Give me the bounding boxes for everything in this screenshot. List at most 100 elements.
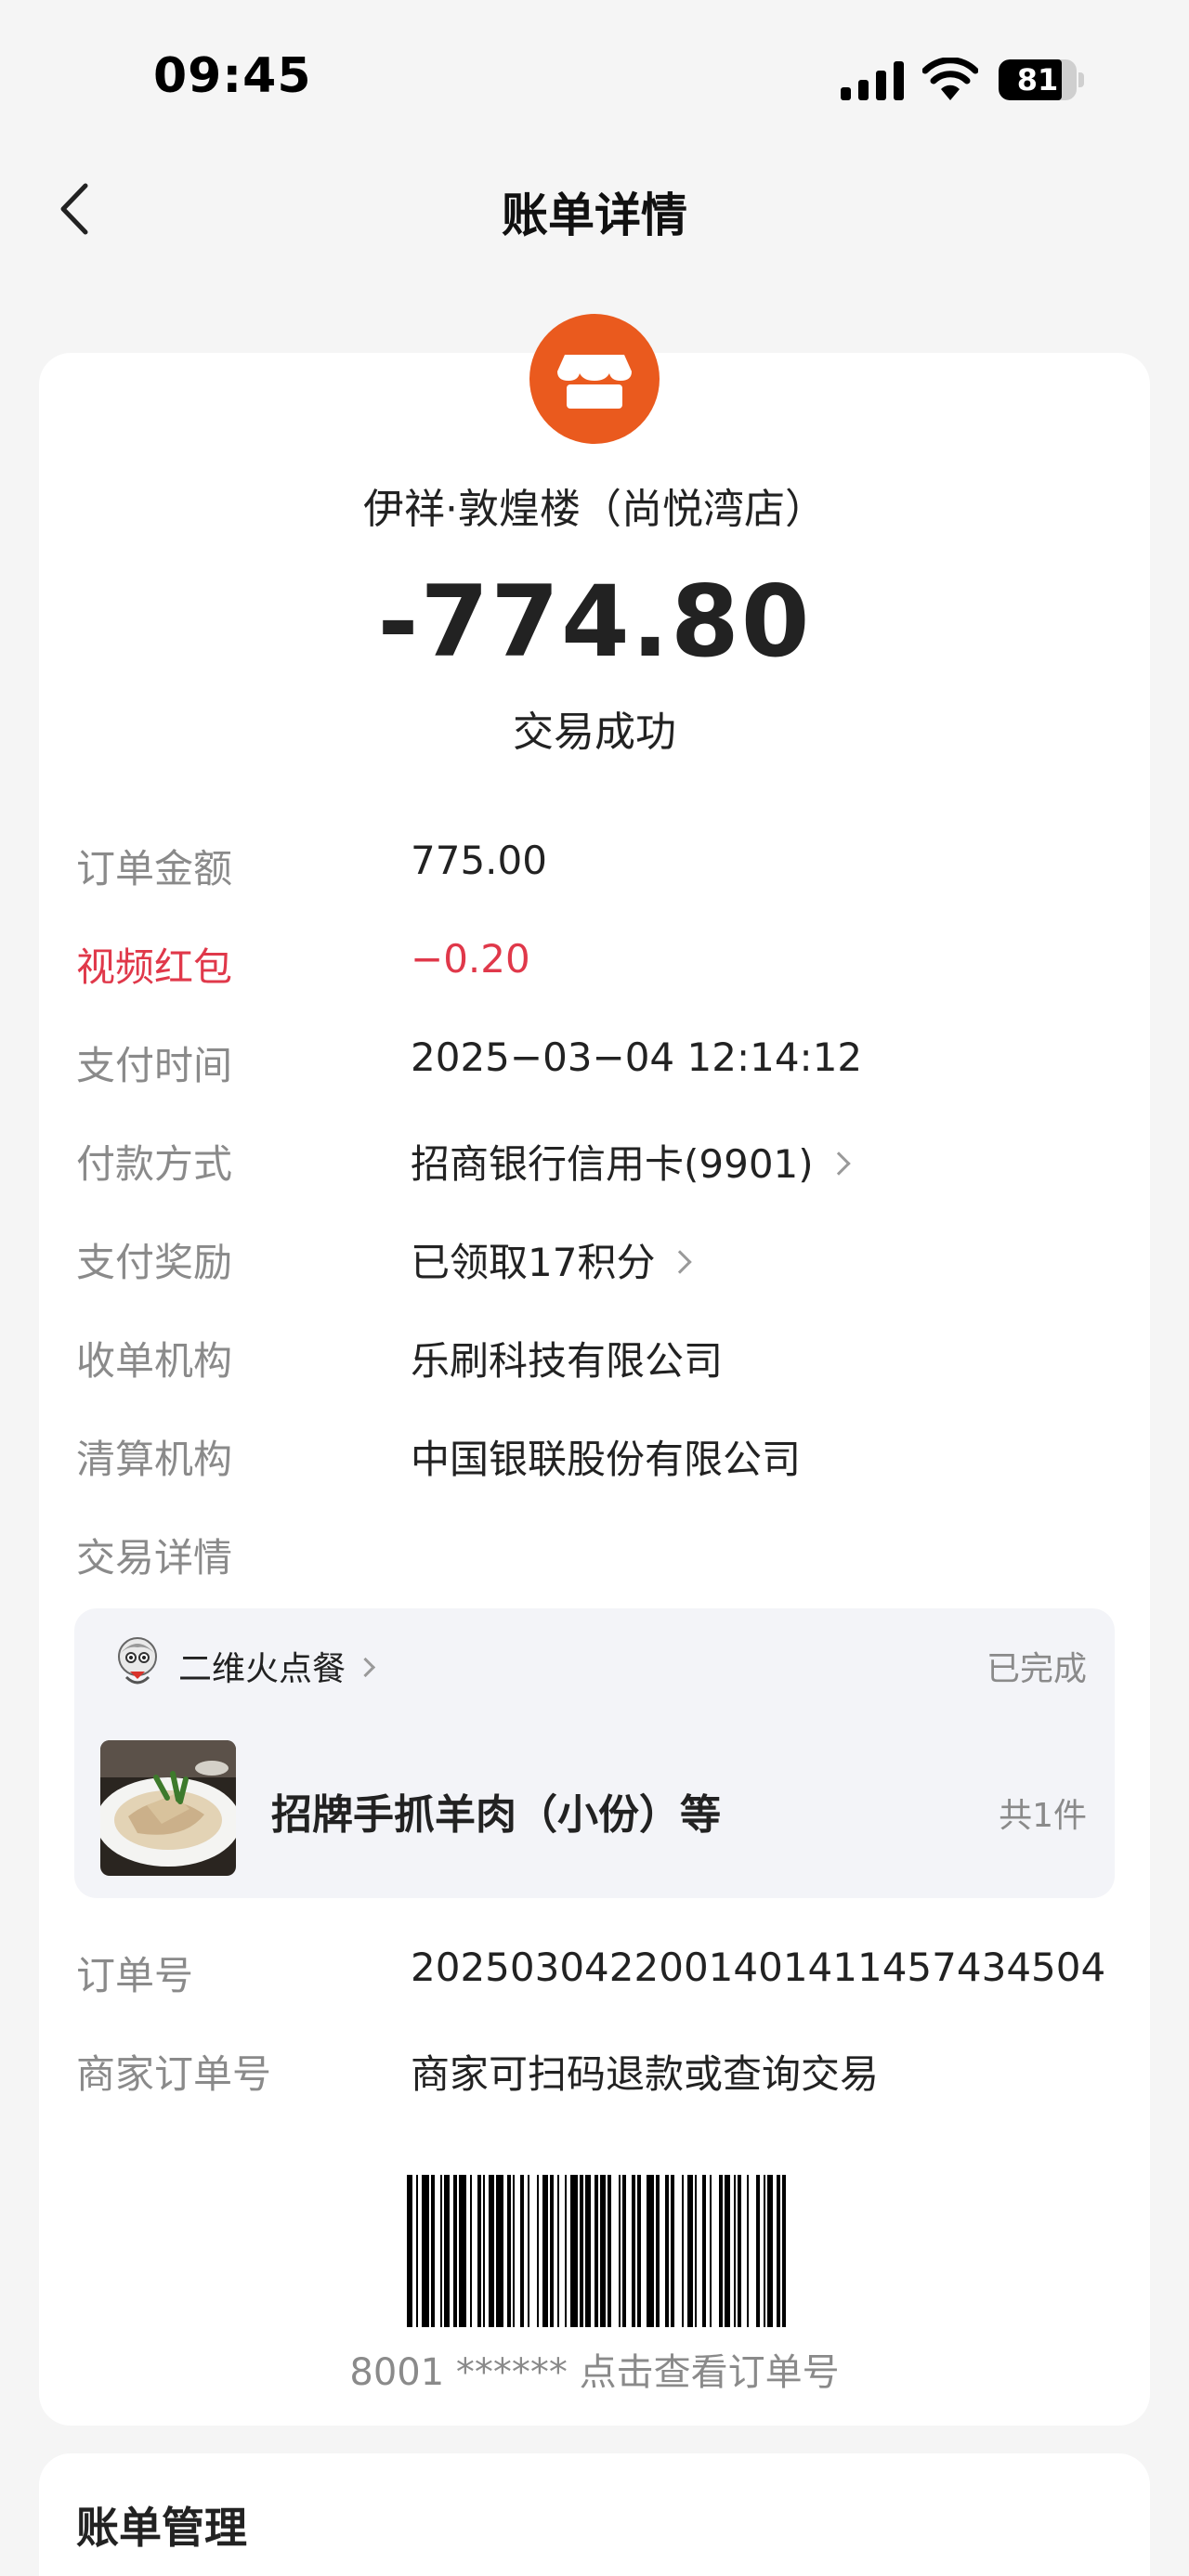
pay-reward-link[interactable]: 已领取17积分 bbox=[411, 1231, 693, 1288]
transaction-amount: -774.80 bbox=[377, 565, 812, 679]
order-item-count: 共1件 bbox=[999, 1797, 1087, 1835]
detail-value: 中国银联股份有限公司 bbox=[411, 1437, 802, 1482]
barcode-bar bbox=[747, 2175, 749, 2327]
detail-row-acquirer: 收单机构 乐刷科技有限公司 bbox=[76, 1330, 1117, 1386]
barcode-bar bbox=[719, 2175, 723, 2327]
detail-row-pay-reward[interactable]: 支付奖励 已领取17积分 bbox=[76, 1231, 1117, 1287]
chevron-right-icon bbox=[355, 1657, 376, 1677]
barcode-bar bbox=[710, 2175, 712, 2327]
barcode-bar bbox=[682, 2175, 684, 2327]
detail-label: 交易详情 bbox=[76, 1535, 233, 1581]
barcode-bar bbox=[470, 2175, 472, 2327]
barcode-bar bbox=[416, 2175, 418, 2327]
barcode-bar bbox=[431, 2175, 435, 2327]
barcode-bar bbox=[542, 2175, 548, 2327]
barcode-bar bbox=[520, 2175, 524, 2327]
detail-value: 招商银行信用卡(9901) bbox=[411, 1141, 814, 1187]
bill-detail-card: 伊祥·敦煌楼（尚悦湾店） -774.80 交易成功 订单金额 775.00 视频… bbox=[39, 314, 1150, 2426]
detail-label: 商家订单号 bbox=[76, 2051, 272, 2097]
barcode-bar bbox=[489, 2175, 494, 2327]
detail-label: 支付时间 bbox=[76, 1043, 233, 1088]
barcode-bar bbox=[600, 2175, 606, 2327]
signal-icon bbox=[841, 61, 904, 100]
section-title: 账单管理 bbox=[76, 2503, 247, 2553]
barcode-caption[interactable]: 8001 ****** 点击查看订单号 bbox=[39, 2342, 1150, 2396]
barcode-bar bbox=[734, 2175, 736, 2327]
status-bar: 09:45 81 bbox=[0, 0, 1189, 158]
barcode-bar bbox=[764, 2175, 765, 2327]
barcode-bar bbox=[459, 2175, 466, 2327]
detail-row-order-amount: 订单金额 775.00 bbox=[76, 838, 1117, 893]
payment-method-link[interactable]: 招商银行信用卡(9901) bbox=[411, 1133, 851, 1190]
nav-bar: 账单详情 bbox=[0, 158, 1189, 260]
barcode-bar bbox=[550, 2175, 554, 2327]
barcode-bar bbox=[507, 2175, 511, 2327]
barcode-bar bbox=[585, 2175, 591, 2327]
barcode-bar bbox=[637, 2175, 641, 2327]
detail-value: 2025030422001401411457434504 bbox=[411, 1945, 1106, 1990]
detail-value: 2025−03−04 12:14:12 bbox=[411, 1034, 863, 1080]
barcode-bar bbox=[496, 2175, 503, 2327]
detail-row-trade-detail: 交易详情 bbox=[76, 1527, 1117, 1582]
barcode-bar bbox=[767, 2175, 773, 2327]
barcode-bar bbox=[782, 2175, 786, 2327]
detail-value: 已领取17积分 bbox=[411, 1240, 656, 1285]
shop-link[interactable]: 二维火点餐 bbox=[178, 1642, 376, 1690]
detail-label: 付款方式 bbox=[76, 1141, 233, 1187]
detail-row-merchant-order-no: 商家订单号 商家可扫码退款或查询交易 bbox=[76, 2043, 1117, 2099]
barcode-bar bbox=[665, 2175, 669, 2327]
detail-row-video-redpacket: 视频红包 −0.20 bbox=[76, 936, 1117, 992]
barcode-bar bbox=[622, 2175, 626, 2327]
page-title: 账单详情 bbox=[502, 189, 687, 242]
wifi-icon bbox=[922, 58, 978, 100]
status-time: 09:45 bbox=[153, 48, 312, 104]
shop-avatar-icon bbox=[118, 1637, 157, 1685]
detail-row-clearing: 清算机构 中国银联股份有限公司 bbox=[76, 1428, 1117, 1484]
barcode-bar bbox=[513, 2175, 515, 2327]
detail-label: 视频红包 bbox=[76, 944, 233, 990]
order-summary[interactable]: 二维火点餐 已完成 招牌手抓羊肉（小份）等 共1件 bbox=[74, 1608, 1115, 1898]
barcode-bar bbox=[483, 2175, 485, 2327]
detail-label: 清算机构 bbox=[76, 1437, 233, 1482]
barcode-bar bbox=[557, 2175, 559, 2327]
detail-row-order-no: 订单号 2025030422001401411457434504 bbox=[76, 1945, 1117, 2000]
barcode-bar bbox=[702, 2175, 706, 2327]
chevron-right-icon bbox=[668, 1249, 693, 1274]
barcode-bar bbox=[453, 2175, 457, 2327]
detail-value: 商家可扫码退款或查询交易 bbox=[411, 2051, 880, 2097]
barcode-bar bbox=[440, 2175, 442, 2327]
store-icon bbox=[529, 314, 660, 444]
order-item-title: 招牌手抓羊肉（小份）等 bbox=[271, 1791, 721, 1839]
shop-name: 二维火点餐 bbox=[178, 1650, 346, 1688]
barcode-bar bbox=[528, 2175, 529, 2327]
barcode-bar bbox=[695, 2175, 697, 2327]
barcode-bar bbox=[777, 2175, 780, 2327]
barcode-bar bbox=[570, 2175, 578, 2327]
battery-icon: 81 bbox=[999, 59, 1084, 100]
barcode-bar bbox=[671, 2175, 674, 2327]
barcode-bar bbox=[632, 2175, 635, 2327]
detail-value: 乐刷科技有限公司 bbox=[411, 1338, 724, 1384]
bill-management-card: 账单管理 bbox=[39, 2453, 1150, 2576]
detail-value: 775.00 bbox=[411, 838, 547, 883]
transaction-status: 交易成功 bbox=[513, 709, 676, 756]
barcode-bar bbox=[647, 2175, 654, 2327]
detail-label: 收单机构 bbox=[76, 1338, 233, 1384]
barcode-bar bbox=[738, 2175, 741, 2327]
barcode-bar bbox=[725, 2175, 730, 2327]
barcode-bar bbox=[656, 2175, 660, 2327]
barcode-bar bbox=[756, 2175, 760, 2327]
barcode-bar bbox=[537, 2175, 539, 2327]
barcode-bar bbox=[565, 2175, 567, 2327]
detail-row-payment-method[interactable]: 付款方式 招商银行信用卡(9901) bbox=[76, 1133, 1117, 1189]
barcode[interactable] bbox=[407, 2175, 786, 2327]
detail-label: 支付奖励 bbox=[76, 1240, 233, 1285]
detail-value: −0.20 bbox=[411, 936, 530, 982]
barcode-bar bbox=[608, 2175, 611, 2327]
barcode-bar bbox=[477, 2175, 481, 2327]
barcode-bar bbox=[594, 2175, 598, 2327]
barcode-bar bbox=[422, 2175, 429, 2327]
detail-row-pay-time: 支付时间 2025−03−04 12:14:12 bbox=[76, 1034, 1117, 1090]
order-status: 已完成 bbox=[986, 1650, 1087, 1688]
barcode-bar bbox=[444, 2175, 450, 2327]
